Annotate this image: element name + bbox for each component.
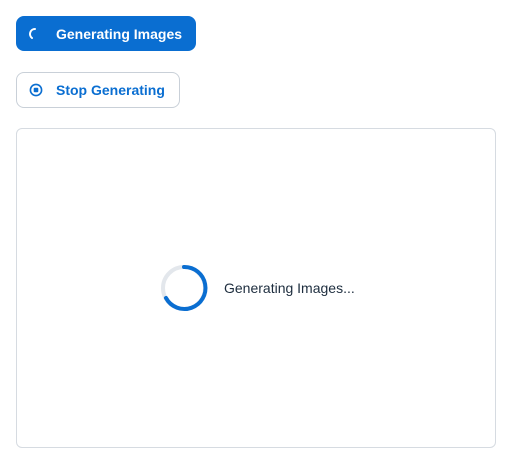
loading-status-text: Generating Images... [224,280,355,296]
stop-generating-button-label: Stop Generating [56,82,165,98]
stop-generating-button[interactable]: Stop Generating [16,72,180,108]
generating-images-button-label: Generating Images [56,25,183,42]
spinner-icon [28,27,42,41]
generating-images-button[interactable]: Generating Images [16,16,196,51]
stop-circle-icon [29,83,43,97]
loading-spinner-icon [159,263,209,313]
image-generation-panel: Generating Images... [16,128,496,448]
